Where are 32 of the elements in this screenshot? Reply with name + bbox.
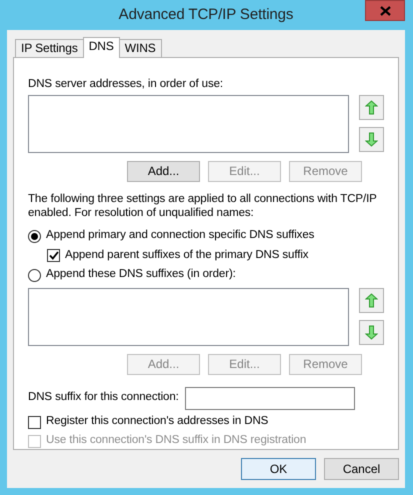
move-down-button[interactable] xyxy=(359,320,384,345)
tab[interactable]: IP Settings xyxy=(15,39,84,57)
down-arrow-icon xyxy=(365,324,378,340)
list-box[interactable] xyxy=(28,94,349,153)
close-icon xyxy=(380,6,390,16)
radio-label: Append these DNS suffixes (in order): xyxy=(46,268,236,282)
tab[interactable]: DNS xyxy=(82,37,120,58)
cancel-button[interactable]: Cancel xyxy=(324,458,399,480)
move-up-button[interactable] xyxy=(359,94,384,120)
window-title: Advanced TCP/IP Settings xyxy=(118,6,294,24)
up-arrow-icon xyxy=(365,100,378,115)
up-arrow-icon xyxy=(365,292,378,308)
radio-button[interactable] xyxy=(28,268,41,282)
description-text: The following three settings are applied to all connections with TCP/IP enabled. For resolution of unqualified names: xyxy=(28,192,378,220)
checkbox[interactable] xyxy=(47,249,60,262)
move-down-button[interactable] xyxy=(359,126,384,152)
checkbox[interactable] xyxy=(28,416,41,429)
ok-button[interactable]: OK xyxy=(241,458,316,480)
move-up-button[interactable] xyxy=(359,288,384,313)
field-label: DNS suffix for this connection: xyxy=(28,391,179,406)
checkbox-label: Register this connection's addresses in DNS xyxy=(46,415,268,430)
checkbox-label: Append parent suffixes of the primary DNS suffix xyxy=(65,248,308,263)
down-arrow-icon xyxy=(365,132,378,147)
text-field[interactable] xyxy=(184,386,355,410)
list-box[interactable] xyxy=(28,288,349,346)
close-button[interactable] xyxy=(365,0,405,21)
checkbox-label: Use this connection's DNS suffix in DNS registration xyxy=(46,434,306,448)
tab[interactable]: WINS xyxy=(118,39,162,57)
radio-button[interactable] xyxy=(28,230,41,243)
list-label: DNS server addresses, in order of use: xyxy=(28,78,224,92)
radio-label: Append primary and connection specific DNS suffixes xyxy=(46,229,314,244)
add-button[interactable]: Add... xyxy=(127,160,200,182)
